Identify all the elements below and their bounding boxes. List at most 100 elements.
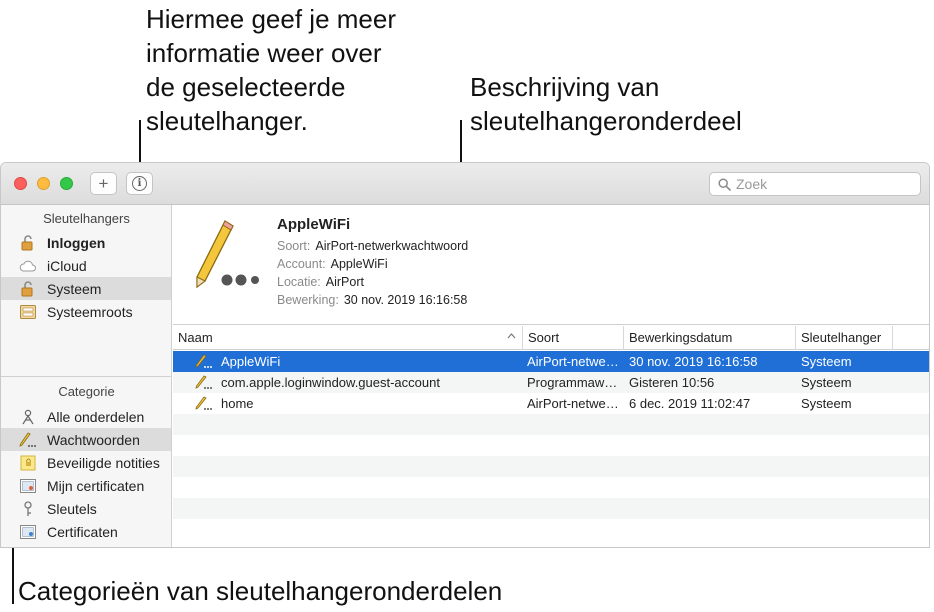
callout-info-line-3: de geselecteerde bbox=[146, 72, 346, 102]
table-row[interactable]: AppleWiFi AirPort-netwe… 30 nov. 2019 16… bbox=[173, 351, 929, 372]
callout-info-line-1: Hiermee geef je meer bbox=[146, 4, 396, 34]
column-header-bewerkingsdatum[interactable]: Bewerkingsdatum bbox=[624, 326, 796, 350]
sidebar-item-label: Wachtwoorden bbox=[47, 431, 140, 448]
detail-value: 30 nov. 2019 16:16:58 bbox=[343, 293, 468, 307]
column-header-label: Naam bbox=[178, 330, 213, 345]
callout-info: Hiermee geef je meer informatie weer ove… bbox=[146, 2, 396, 138]
password-icon bbox=[195, 396, 212, 410]
sidebar-item-alle-onderdelen[interactable]: Alle onderdelen bbox=[1, 405, 171, 428]
password-icon bbox=[195, 354, 212, 368]
empty-row bbox=[173, 477, 929, 498]
category-header: Categorie bbox=[58, 384, 115, 399]
sidebar-item-label: Systeemroots bbox=[47, 303, 133, 320]
cabinet-icon bbox=[19, 304, 37, 320]
detail-value: AirPort-netwerkwachtwoord bbox=[315, 239, 469, 253]
sidebar-divider bbox=[1, 376, 172, 377]
sidebar-item-certificaten[interactable]: Certificaten bbox=[1, 520, 171, 543]
search-field[interactable]: Zoek bbox=[709, 172, 921, 196]
password-pencil-icon bbox=[196, 220, 259, 289]
cell-date: 30 nov. 2019 16:16:58 bbox=[629, 354, 758, 369]
sidebar-item-inloggen[interactable]: Inloggen bbox=[1, 231, 171, 254]
cell-name: com.apple.loginwindow.guest-account bbox=[221, 375, 440, 390]
sidebar-item-icloud[interactable]: iCloud bbox=[1, 254, 171, 277]
certificate-icon bbox=[19, 478, 37, 494]
detail-row-account: Account: AppleWiFi bbox=[277, 257, 388, 271]
cell-date: Gisteren 10:56 bbox=[629, 375, 715, 390]
keychain-window: + i Zoek Sleutelhangers Inloggen iCloud bbox=[0, 162, 930, 548]
detail-label: Locatie: bbox=[277, 275, 321, 289]
note-icon bbox=[19, 455, 37, 471]
detail-row-locatie: Locatie: AirPort bbox=[277, 275, 364, 289]
sidebar-item-systeemroots[interactable]: Systeemroots bbox=[1, 300, 171, 323]
empty-row bbox=[173, 456, 929, 477]
zoom-button[interactable] bbox=[60, 177, 73, 190]
items-table: Naam Soort Bewerkingsdatum Sleutelhanger… bbox=[173, 326, 929, 547]
cell-date: 6 dec. 2019 11:02:47 bbox=[629, 396, 751, 411]
lock-open-icon bbox=[19, 234, 37, 251]
sort-ascending-icon bbox=[507, 333, 516, 339]
sidebar-item-label: Inloggen bbox=[47, 234, 106, 251]
info-button[interactable]: i bbox=[126, 172, 153, 195]
key-icon bbox=[19, 500, 37, 517]
column-header-soort[interactable]: Soort bbox=[523, 326, 624, 350]
people-icon bbox=[19, 409, 37, 425]
search-icon bbox=[718, 178, 731, 191]
pencil-icon bbox=[19, 431, 37, 448]
cell-kind: AirPort-netwe… bbox=[527, 396, 619, 411]
callout-info-line-4: sleutelhanger. bbox=[146, 106, 308, 136]
callout-info-line-2: informatie weer over bbox=[146, 38, 382, 68]
callout-description-line-1: Beschrijving van bbox=[470, 72, 660, 102]
cell-keychain: Systeem bbox=[801, 354, 852, 369]
sidebar-item-sleutels[interactable]: Sleutels bbox=[1, 497, 171, 520]
detail-label: Account: bbox=[277, 257, 326, 271]
sidebar: Sleutelhangers Inloggen iCloud Systeem S… bbox=[1, 205, 172, 547]
minimize-button[interactable] bbox=[37, 177, 50, 190]
info-icon: i bbox=[132, 176, 147, 191]
cell-keychain: Systeem bbox=[801, 375, 852, 390]
close-button[interactable] bbox=[14, 177, 27, 190]
search-placeholder: Zoek bbox=[736, 176, 768, 192]
column-header-naam[interactable]: Naam bbox=[173, 326, 523, 350]
callout-description: Beschrijving van sleutelhangeronderdeel bbox=[470, 70, 742, 138]
plus-icon: + bbox=[98, 174, 109, 193]
empty-row bbox=[173, 498, 929, 519]
empty-row bbox=[173, 519, 929, 540]
sidebar-item-label: iCloud bbox=[47, 257, 87, 274]
keychains-header: Sleutelhangers bbox=[43, 211, 130, 226]
callout-description-line-2: sleutelhangeronderdeel bbox=[470, 106, 742, 136]
sidebar-item-wachtwoorden[interactable]: Wachtwoorden bbox=[1, 428, 171, 451]
cell-name: home bbox=[221, 396, 254, 411]
sidebar-item-label: Mijn certificaten bbox=[47, 477, 145, 494]
empty-row bbox=[173, 414, 929, 435]
add-item-button[interactable]: + bbox=[90, 172, 117, 195]
detail-value: AppleWiFi bbox=[330, 257, 388, 271]
detail-label: Soort: bbox=[277, 239, 311, 253]
password-icon bbox=[195, 375, 212, 389]
detail-value: AirPort bbox=[325, 275, 364, 289]
detail-row-soort: Soort: AirPort-netwerkwachtwoord bbox=[277, 239, 468, 253]
cell-kind: Programmaw… bbox=[527, 375, 618, 390]
sidebar-item-label: Alle onderdelen bbox=[47, 408, 145, 425]
sidebar-item-label: Certificaten bbox=[47, 523, 118, 540]
cell-keychain: Systeem bbox=[801, 396, 852, 411]
column-header-sleutelhanger[interactable]: Sleutelhanger bbox=[796, 326, 893, 350]
sidebar-item-label: Systeem bbox=[47, 280, 102, 297]
sidebar-item-systeem[interactable]: Systeem bbox=[1, 277, 171, 300]
table-row[interactable]: com.apple.loginwindow.guest-account Prog… bbox=[173, 372, 929, 393]
callout-categories: Categorieën van sleutelhangeronderdelen bbox=[18, 576, 503, 606]
lock-icon bbox=[19, 280, 37, 297]
detail-row-bewerking: Bewerking: 30 nov. 2019 16:16:58 bbox=[277, 293, 467, 307]
sidebar-item-beveiligde-notities[interactable]: Beveiligde notities bbox=[1, 451, 171, 474]
detail-label: Bewerking: bbox=[277, 293, 339, 307]
empty-row bbox=[173, 435, 929, 456]
table-row[interactable]: home AirPort-netwe… 6 dec. 2019 11:02:47… bbox=[173, 393, 929, 414]
item-title: AppleWiFi bbox=[277, 216, 351, 233]
sidebar-item-label: Beveiligde notities bbox=[47, 454, 160, 471]
item-detail-panel: AppleWiFi Soort: AirPort-netwerkwachtwoor… bbox=[173, 205, 929, 325]
cell-kind: AirPort-netwe… bbox=[527, 354, 619, 369]
sidebar-item-mijn-certificaten[interactable]: Mijn certificaten bbox=[1, 474, 171, 497]
cell-name: AppleWiFi bbox=[221, 354, 281, 369]
cloud-icon bbox=[19, 258, 37, 274]
titlebar: + i Zoek bbox=[1, 163, 929, 205]
certificate-icon bbox=[19, 524, 37, 540]
